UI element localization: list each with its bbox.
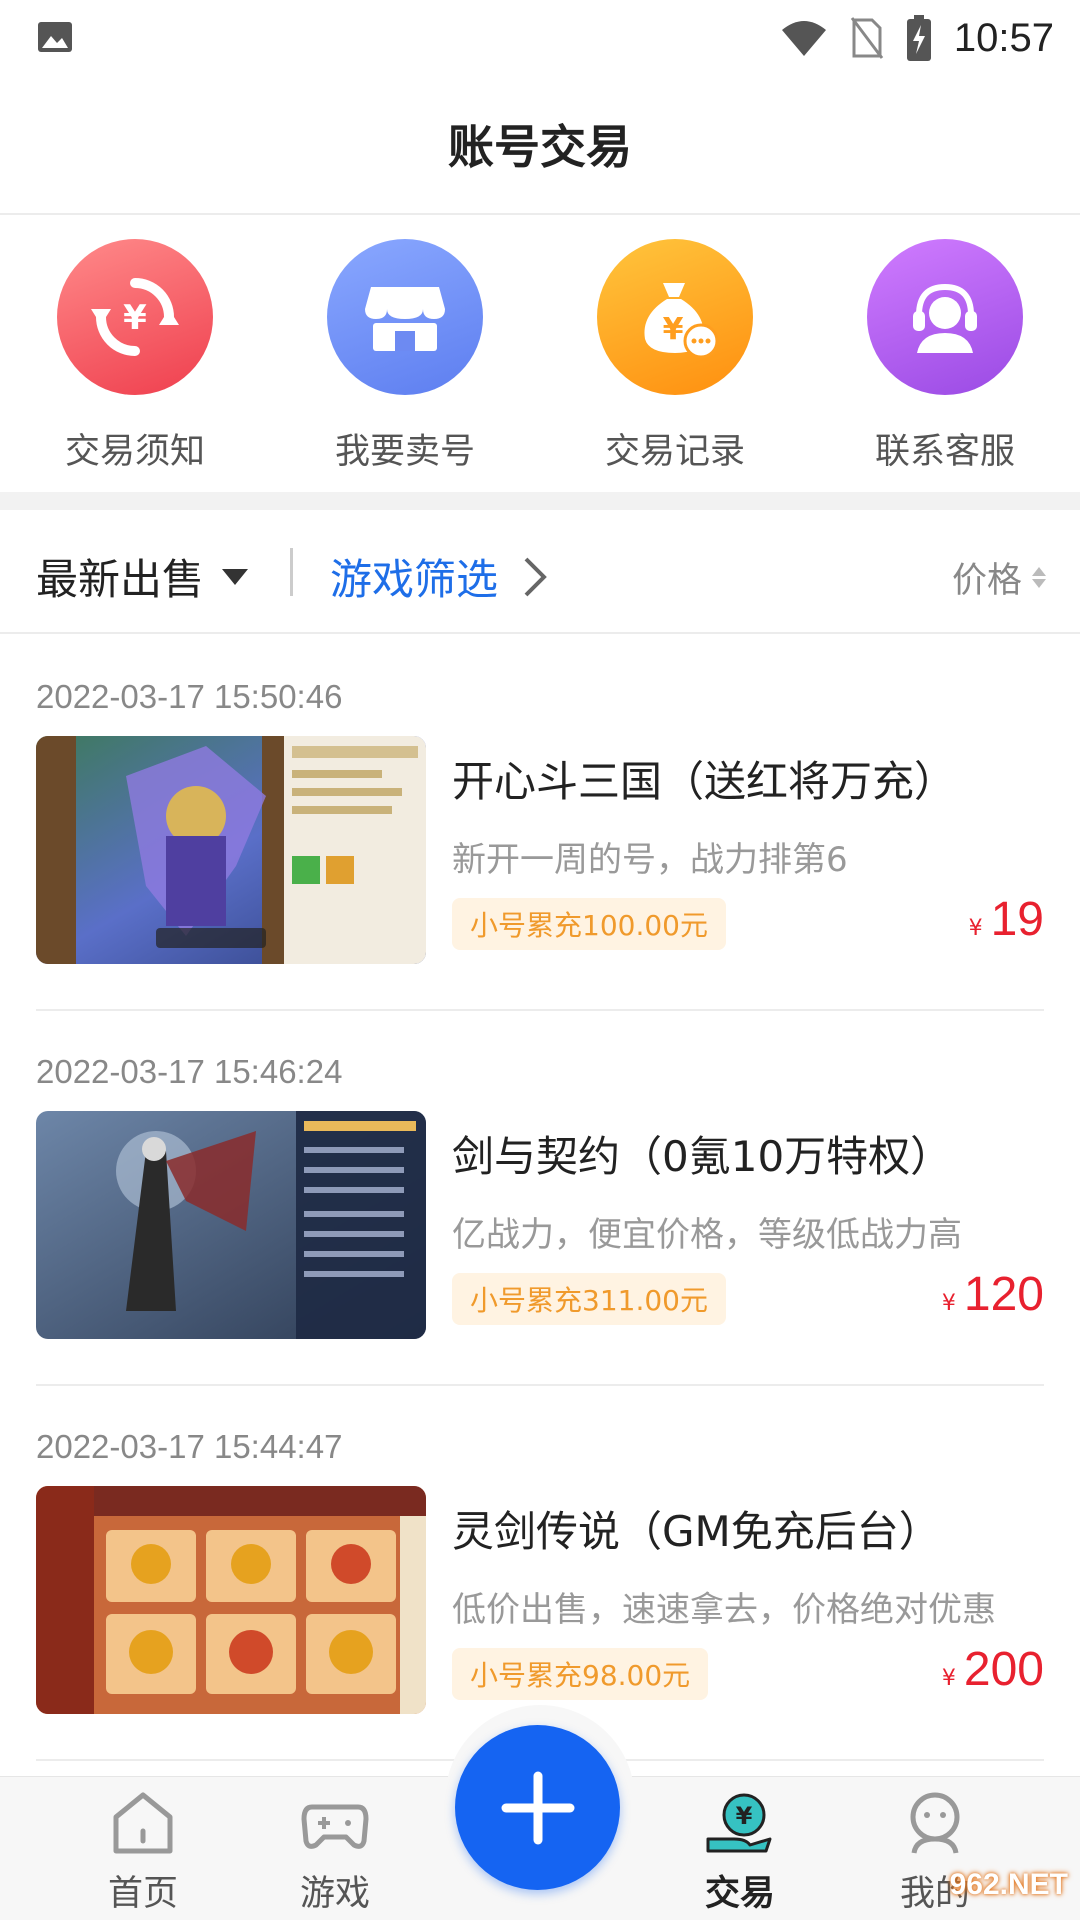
profile-icon — [910, 1792, 960, 1854]
svg-text:¥: ¥ — [663, 312, 684, 347]
listing-date: 2022-03-17 15:46:24 — [36, 1053, 343, 1090]
quick-trade-records[interactable]: ¥ 交易记录 — [540, 217, 810, 492]
recharge-tag: 小号累充100.00元 — [452, 898, 726, 950]
quick-trade-notice[interactable]: ¥ 交易须知 — [0, 217, 270, 492]
recharge-tag: 小号累充98.00元 — [452, 1648, 709, 1700]
quick-customer-service[interactable]: 联系客服 — [810, 217, 1080, 492]
quick-actions: ¥ 交易须知 我要卖号 ¥ 交易记录 联系客服 — [0, 217, 1080, 492]
svg-text:¥: ¥ — [123, 298, 147, 338]
status-bar: 10:57 — [0, 0, 1080, 75]
trade-yuan-icon: ¥ — [706, 1793, 772, 1853]
game-filter-label: 游戏筛选 — [330, 555, 499, 604]
quick-label: 交易记录 — [604, 432, 745, 472]
listing-description: 亿战力，便宜价格，等级低战力高 — [452, 1215, 962, 1255]
price-value: 19 — [990, 893, 1044, 946]
listing-title: 开心斗三国（送红将万充） — [452, 757, 957, 806]
listing-title: 剑与契约（0氪10万特权） — [452, 1132, 953, 1181]
listing-item[interactable]: 2022-03-17 15:46:24 剑与契约（0氪10万特权） 亿战力，便宜… — [0, 1011, 1080, 1386]
clock: 10:57 — [953, 15, 1054, 60]
price-value: 200 — [963, 1643, 1044, 1696]
section-divider — [0, 492, 1080, 510]
game-filter-button[interactable]: 游戏筛选 — [330, 546, 550, 607]
listing-price: ¥ 200 — [942, 1642, 1044, 1697]
battery-charging-icon — [906, 15, 931, 61]
price-sort-label: 价格 — [951, 561, 1022, 601]
yuan-exchange-icon: ¥ — [91, 278, 179, 356]
money-bag-icon: ¥ — [644, 283, 719, 359]
listing-thumbnail — [36, 1486, 426, 1714]
svg-text:¥: ¥ — [736, 1802, 753, 1830]
nav-games[interactable]: 游戏 — [260, 1777, 410, 1920]
customer-service-icon — [913, 283, 977, 353]
price-sort-button[interactable]: 价格 — [952, 552, 1046, 603]
listing-item[interactable]: 2022-03-17 15:50:46 开心斗三国（送红将万充） 新开一周的号，… — [0, 636, 1080, 1011]
no-sim-icon — [850, 17, 884, 59]
plus-icon — [501, 1771, 574, 1844]
page-title: 账号交易 — [448, 120, 632, 174]
quick-label: 交易须知 — [64, 432, 205, 472]
filter-divider — [290, 548, 293, 596]
currency-symbol: ¥ — [968, 916, 983, 941]
chevron-right-icon — [524, 557, 547, 596]
nav-trade[interactable]: ¥ 交易 — [665, 1777, 815, 1920]
sort-arrows-icon — [1032, 567, 1046, 588]
publish-button[interactable] — [455, 1725, 620, 1890]
sort-dropdown[interactable]: 最新出售 — [36, 546, 249, 607]
listing-price: ¥ 19 — [969, 892, 1044, 947]
listing-price: ¥ 120 — [942, 1267, 1044, 1322]
listing-title: 灵剑传说（GM免充后台） — [452, 1507, 941, 1556]
currency-symbol: ¥ — [941, 1291, 956, 1316]
quick-label: 我要卖号 — [334, 432, 475, 472]
storefront-icon — [365, 287, 445, 351]
recharge-tag: 小号累充311.00元 — [452, 1273, 726, 1325]
watermark-text: 962.NET — [949, 1868, 1068, 1901]
nav-label: 交易 — [704, 1874, 775, 1914]
listing-date: 2022-03-17 15:50:46 — [36, 678, 343, 715]
listing-description: 新开一周的号，战力排第6 — [452, 840, 848, 880]
quick-label: 联系客服 — [874, 432, 1015, 472]
listing-thumbnail — [36, 1111, 426, 1339]
nav-label: 游戏 — [299, 1874, 370, 1914]
listing-thumbnail — [36, 736, 426, 964]
price-value: 120 — [963, 1268, 1044, 1321]
quick-sell-account[interactable]: 我要卖号 — [270, 217, 540, 492]
wifi-icon — [781, 21, 826, 56]
nav-home[interactable]: 首页 — [68, 1777, 218, 1920]
listing-date: 2022-03-17 15:44:47 — [36, 1428, 343, 1465]
sort-label: 最新出售 — [36, 555, 205, 604]
header: 账号交易 — [0, 75, 1080, 215]
currency-symbol: ¥ — [941, 1666, 956, 1691]
gallery-notification-icon — [38, 22, 72, 52]
gamepad-icon — [301, 1804, 369, 1849]
caret-down-icon — [222, 568, 249, 585]
home-icon — [113, 1792, 173, 1854]
nav-label: 首页 — [107, 1874, 178, 1914]
filter-bar: 最新出售 游戏筛选 价格 — [0, 510, 1080, 634]
listing-description: 低价出售，速速拿去，价格绝对优惠 — [452, 1590, 996, 1630]
